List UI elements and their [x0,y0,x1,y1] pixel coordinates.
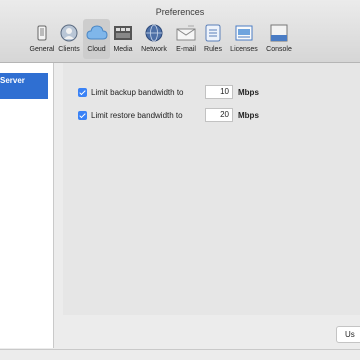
restore-limit-checkbox[interactable] [78,110,87,120]
restore-limit-row: Limit restore bandwidth to [78,107,183,123]
media-icon [112,22,134,44]
restore-limit-label: Limit restore bandwidth to [91,110,183,120]
use-button[interactable]: Us [336,326,360,343]
tab-label: Media [113,46,133,53]
window-title: Preferences [155,7,205,17]
tab-cloud[interactable]: Cloud [83,19,110,59]
restore-unit-label: Mbps [238,111,259,120]
sidebar-item-server[interactable]: Server [0,73,48,99]
tab-console[interactable]: Console [262,19,296,59]
backup-unit-label: Mbps [238,88,259,97]
tab-label: General [29,46,55,53]
tab-label: Rules [204,46,222,53]
backup-limit-row: Limit backup bandwidth to [78,84,184,100]
tab-licenses[interactable]: Licenses [227,19,261,59]
tab-rules[interactable]: Rules [201,19,225,59]
licenses-icon [233,22,255,44]
rules-icon [202,22,224,44]
globe-icon [143,22,165,44]
tab-clients[interactable]: Clients [55,19,83,59]
cloud-icon [85,22,108,44]
tab-label: Network [141,46,167,53]
phone-icon [31,22,53,44]
console-icon [268,22,290,44]
tab-label: Console [266,46,292,53]
tab-label: Cloud [87,46,106,53]
divider [0,349,360,350]
clients-icon [58,22,80,44]
tab-media[interactable]: Media [111,19,135,59]
tab-network[interactable]: Network [137,19,171,59]
backup-limit-label: Limit backup bandwidth to [91,87,184,97]
tab-label: Licenses [230,46,258,53]
backup-limit-checkbox[interactable] [78,87,87,97]
backup-bandwidth-input[interactable]: 10 [205,85,233,99]
sidebar-item-label: Server [0,76,25,85]
tab-email[interactable]: E-mail [172,19,200,59]
tab-label: Clients [58,46,80,53]
email-icon [175,22,197,44]
restore-bandwidth-input[interactable]: 20 [205,108,233,122]
tab-general[interactable]: General [29,19,55,59]
tab-label: E-mail [176,46,196,53]
sidebar: Server [0,63,54,348]
title-bar: Preferences General Clients Cloud Media … [0,0,360,63]
settings-panel [63,63,360,315]
